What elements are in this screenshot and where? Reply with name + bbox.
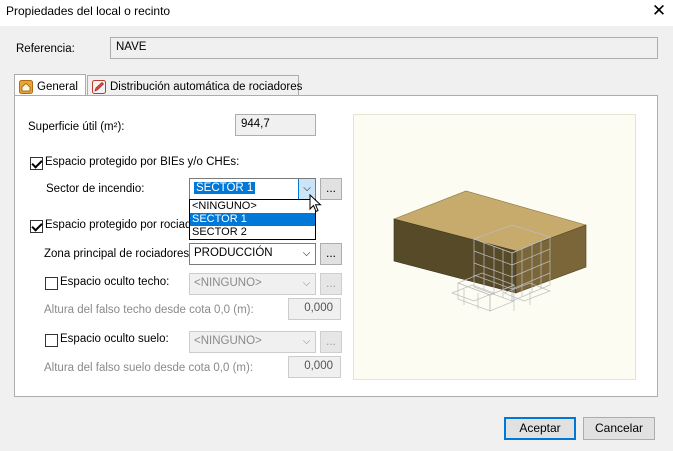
altura-suelo-label: Altura del falso suelo desde cota 0,0 (m… <box>44 362 254 374</box>
referencia-label: Referencia: <box>16 43 75 55</box>
tab-distribucion[interactable]: Distribución automática de rociadores <box>87 75 303 97</box>
superficie-label: Superficie útil (m²): <box>28 121 125 133</box>
referencia-field: NAVE <box>110 37 658 59</box>
techo-checkbox[interactable] <box>45 277 58 293</box>
zona-browse-button[interactable]: ... <box>320 243 342 265</box>
suelo-select[interactable]: <NINGUNO> ⌵ <box>189 331 316 353</box>
zona-label: Zona principal de rociadores: <box>44 248 193 260</box>
techo-selected-value: <NINGUNO> <box>194 277 262 289</box>
techo-select[interactable]: <NINGUNO> ⌵ <box>189 273 316 295</box>
suelo-browse-button[interactable]: ... <box>320 331 342 353</box>
dropdown-option-selected[interactable]: SECTOR 1 <box>190 213 315 226</box>
sector-select[interactable]: SECTOR 1 ⌵ <box>189 178 316 200</box>
close-icon[interactable]: ✕ <box>648 0 670 22</box>
rociadores-checkbox[interactable] <box>30 220 43 236</box>
chevron-down-icon: ⌵ <box>302 336 311 347</box>
pencil-icon <box>92 79 106 94</box>
tab-general-label: General <box>37 80 78 93</box>
zona-select[interactable]: PRODUCCIÓN ⌵ <box>189 243 316 265</box>
tab-distribucion-label: Distribución automática de rociadores <box>110 80 303 93</box>
rociadores-label: Espacio protegido por rociador <box>45 219 189 231</box>
cancel-button[interactable]: Cancelar <box>583 417 655 440</box>
techo-browse-button[interactable]: ... <box>320 273 342 295</box>
superficie-field: 944,7 <box>235 114 316 136</box>
zona-selected-value: PRODUCCIÓN <box>194 247 273 259</box>
techo-label: Espacio oculto techo: <box>60 276 170 288</box>
sector-browse-button[interactable]: ... <box>320 178 342 200</box>
building-3d-image <box>393 190 587 312</box>
chevron-down-icon[interactable]: ⌵ <box>298 244 315 264</box>
sector-selected-value: SECTOR 1 <box>194 182 256 194</box>
dropdown-option[interactable]: <NINGUNO> <box>190 200 315 213</box>
chevron-down-icon: ⌵ <box>302 278 311 289</box>
dropdown-option[interactable]: SECTOR 2 <box>190 226 315 239</box>
building-preview <box>353 114 636 380</box>
altura-techo-label: Altura del falso techo desde cota 0,0 (m… <box>44 304 254 316</box>
bies-label: Espacio protegido por BIEs y/o CHEs: <box>45 156 240 168</box>
suelo-selected-value: <NINGUNO> <box>194 335 262 347</box>
house-icon <box>19 79 33 94</box>
accept-button[interactable]: Aceptar <box>504 417 576 440</box>
sector-label: Sector de incendio: <box>46 183 145 195</box>
altura-techo-field[interactable]: 0,000 <box>288 298 341 320</box>
sector-dropdown-list: <NINGUNO> SECTOR 1 SECTOR 2 <box>189 199 316 240</box>
window-title: Propiedades del local o recinto <box>6 4 171 18</box>
suelo-checkbox[interactable] <box>45 334 58 350</box>
bies-checkbox[interactable] <box>30 157 43 173</box>
altura-suelo-field[interactable]: 0,000 <box>288 356 341 378</box>
suelo-label: Espacio oculto suelo: <box>60 333 169 345</box>
cursor-icon <box>309 193 323 217</box>
